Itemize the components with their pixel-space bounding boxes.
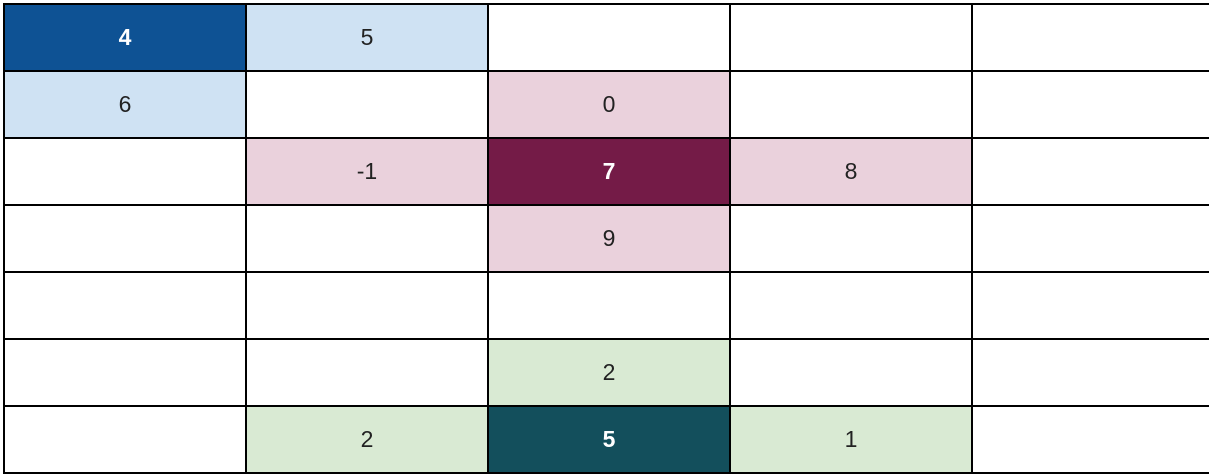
grid-row: 9 <box>3 204 1209 273</box>
grid-cell <box>729 3 973 72</box>
grid-row: -1 7 8 <box>3 137 1209 206</box>
grid-cell <box>3 204 247 273</box>
grid-cell <box>971 204 1209 273</box>
grid-cell <box>729 338 973 407</box>
grid-cell <box>729 70 973 139</box>
grid-row: 60 <box>3 70 1209 139</box>
grid-cell <box>3 137 247 206</box>
number-grid: 4 5 6 0 -1 7 8 9 2 2 5 1 <box>3 3 1209 474</box>
grid-cell: 1 <box>729 405 973 474</box>
grid-cell <box>487 3 731 72</box>
grid-cell <box>971 338 1209 407</box>
grid-cell <box>3 338 247 407</box>
grid-cell <box>971 70 1209 139</box>
grid-cell: 6 <box>3 70 247 139</box>
grid-cell <box>971 405 1209 474</box>
grid-cell: 2 <box>245 405 489 474</box>
grid-cell <box>729 271 973 340</box>
grid-row: 251 <box>3 405 1209 474</box>
grid-cell: 5 <box>245 3 489 72</box>
grid-cell <box>729 204 973 273</box>
grid-row: 2 <box>3 338 1209 407</box>
grid-cell: 7 <box>487 137 731 206</box>
grid-cell <box>3 271 247 340</box>
grid-row <box>3 271 1209 340</box>
grid-cell <box>3 405 247 474</box>
grid-cell <box>487 271 731 340</box>
grid-row: 45 <box>3 3 1209 72</box>
grid-cell: 8 <box>729 137 973 206</box>
grid-cell <box>245 338 489 407</box>
grid-cell <box>971 3 1209 72</box>
grid-cell: 0 <box>487 70 731 139</box>
grid-cell <box>245 271 489 340</box>
grid-cell: 4 <box>3 3 247 72</box>
grid-cell: 2 <box>487 338 731 407</box>
grid-cell <box>245 70 489 139</box>
grid-cell <box>971 271 1209 340</box>
grid-container: 4 5 6 0 -1 7 8 9 2 2 5 1 <box>3 3 1209 474</box>
grid-cell <box>971 137 1209 206</box>
grid-body: 4 5 6 0 -1 7 8 9 2 2 5 1 <box>3 3 1209 474</box>
grid-cell: -1 <box>245 137 489 206</box>
grid-cell: 5 <box>487 405 731 474</box>
grid-cell <box>245 204 489 273</box>
grid-cell: 9 <box>487 204 731 273</box>
